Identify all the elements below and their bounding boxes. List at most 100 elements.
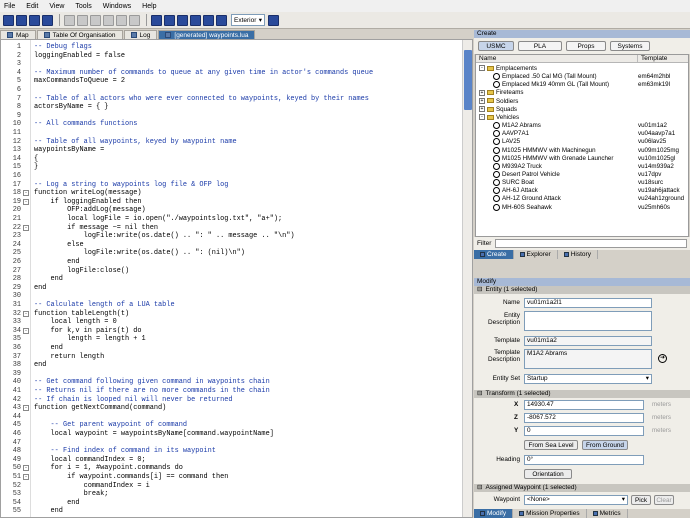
menu-file[interactable]: File [4,3,15,10]
transform-section-header[interactable]: ⊟ Transform (1 selected) [474,390,690,398]
code-line[interactable]: 19- if loggingEnabled then [1,198,463,207]
tab-create[interactable]: Create [474,250,514,259]
code-line[interactable]: 49 local commandIndex = 0; [1,456,463,465]
pick-button[interactable]: Pick [631,495,651,505]
x-position-field[interactable]: 14930.47 [524,400,644,410]
code-line[interactable]: 6 [1,86,463,95]
fold-toggle-icon[interactable]: - [23,190,29,197]
faction-tab-systems[interactable]: Systems [610,41,650,51]
code-line[interactable]: 40 -- Get command following given command… [1,378,463,387]
tab-table-of-organisation[interactable]: Table Of Organisation [36,30,123,39]
select-tool-icon[interactable] [151,14,162,26]
code-line[interactable]: 41 -- Returns nil if there are no more co… [1,387,463,396]
code-line[interactable]: 44 [1,413,463,422]
code-line[interactable]: 18- function writeLog(message) [1,189,463,198]
fold-toggle-icon[interactable]: - [23,310,29,317]
z-position-field[interactable]: -8067.572 [524,413,644,423]
code-line[interactable]: 30 [1,292,463,301]
tree-folder[interactable]: + Fireteams [479,89,524,97]
code-line[interactable]: 2 loggingEnabled = false [1,52,463,61]
code-line[interactable]: 35 length = length + 1 [1,335,463,344]
tab-map[interactable]: Map [0,30,36,39]
code-line[interactable]: 23 logFile:write(os.date() .. ": " .. me… [1,232,463,241]
tree-item[interactable]: M1025 HMMWV with Machinegun [493,146,596,155]
fold-toggle-icon[interactable]: - [23,474,29,480]
expand-icon[interactable]: + [479,97,485,104]
code-line[interactable]: 27 logFile:close() [1,267,463,276]
goto-template-icon[interactable]: ➜ [658,354,667,363]
tab-metrics[interactable]: Metrics [587,509,628,518]
column-name[interactable]: Name [476,55,638,62]
column-template[interactable]: Template [638,55,667,62]
entity-set-dropdown[interactable]: Startup ▾ [524,374,652,384]
tab-mission-properties[interactable]: Mission Properties [513,509,587,518]
tab-history[interactable]: History [558,250,598,259]
code-line[interactable]: 9 [1,112,463,121]
menu-view[interactable]: View [49,3,64,10]
name-field[interactable]: vu01m1a2l1 [524,298,652,308]
code-line[interactable]: 24 else [1,241,463,250]
fold-toggle-icon[interactable]: - [23,327,29,334]
collapse-icon[interactable]: - [479,114,485,121]
code-line[interactable]: 55 end [1,507,463,516]
tree-item[interactable]: Emplaced .50 Cal MG (Tall Mount) [493,73,597,81]
tree-item[interactable]: AAVP7A1 [493,130,529,138]
code-line[interactable]: 54 end [1,499,463,508]
code-line[interactable]: 37 return length [1,353,463,362]
menu-edit[interactable]: Edit [26,3,38,10]
tree-folder[interactable]: + Squads [479,106,517,114]
grid-tool-icon[interactable] [203,14,214,26]
entity-section-header[interactable]: ⊟ Entity (1 selected) [474,286,690,294]
view-mode-dropdown[interactable]: Exterior ▾ [231,14,265,26]
code-line[interactable]: 25 logFile:write(os.date() .. ": (nil)\n… [1,249,463,258]
tree-item[interactable]: LAV25 [493,138,520,146]
copy-icon[interactable] [77,14,88,26]
fold-toggle-icon[interactable]: - [23,465,29,472]
code-line[interactable]: 1 -- Debug flags [1,43,463,52]
code-line[interactable]: 34- for k,v in pairs(t) do [1,327,463,336]
faction-tab-props[interactable]: Props [566,41,606,51]
code-line[interactable]: 4 -- Maximum number of commands to queue … [1,69,463,78]
delete-icon[interactable] [103,14,114,26]
tree-item[interactable]: M1025 HMMWV with Grenade Launcher [493,154,613,163]
scrollbar-thumb[interactable] [464,50,472,110]
clear-button[interactable]: Clear [654,495,674,505]
waypoint-dropdown[interactable]: <None> ▾ [524,495,628,505]
tree-item[interactable]: M939A2 Truck [493,162,542,171]
move-tool-icon[interactable] [164,14,175,26]
code-line[interactable]: 5 maxCommandsToQueue = 2 [1,77,463,86]
faction-tab-pla[interactable]: PLA [518,41,562,51]
fold-toggle-icon[interactable]: - [23,405,29,412]
tab-explorer[interactable]: Explorer [514,250,558,259]
tree-item[interactable]: Emplaced Mk19 40mm GL (Tall Mount) [493,81,609,89]
code-line[interactable]: 26 end [1,258,463,267]
tab-log[interactable]: Log [123,30,158,39]
code-line[interactable]: 17 -- Log a string to waypoints log file … [1,181,463,190]
tree-item[interactable]: Desert Patrol Vehicle [493,170,560,179]
collapse-icon[interactable]: - [479,65,485,72]
code-editor[interactable]: 1 -- Debug flags 2 loggingEnabled = false 3 4… [0,39,473,518]
code-line[interactable]: 7 -- Table of all actors who were ever co… [1,95,463,104]
code-line[interactable]: 32- function tableLength(t) [1,310,463,319]
snap-tool-icon[interactable] [216,14,227,26]
code-line[interactable]: 51- if waypoint.commands[i] == command t… [1,473,463,482]
code-line[interactable]: 22- if message ~= nil then [1,224,463,233]
new-icon[interactable] [3,14,14,26]
from-sea-level-button[interactable]: From Sea Level [524,440,578,450]
code-line[interactable]: 43- function getNextCommand(command) [1,404,463,413]
cut-icon[interactable] [64,14,75,26]
code-line[interactable]: 36 end [1,344,463,353]
tree-item[interactable]: MH-60S Seahawk [493,203,552,212]
paste-icon[interactable] [90,14,101,26]
code-line[interactable]: 48 -- Find index of command in its waypo… [1,447,463,456]
code-line[interactable]: 29 end [1,284,463,293]
entity-description-field[interactable] [524,311,652,331]
entity-tree[interactable]: Name Template - Emplacements Emplaced .50 … [475,54,689,237]
faction-tab-usmc[interactable]: USMC [478,41,514,51]
code-line[interactable]: 33 local length = 0 [1,318,463,327]
y-position-field[interactable]: 0 [524,426,644,436]
code-line[interactable]: 45 -- Get parent waypoint of command [1,421,463,430]
tree-item[interactable]: AH-1Z Ground Attack [493,195,561,203]
code-line[interactable]: 47 [1,439,463,448]
code-line[interactable]: 21 local logFile = io.open("./waypointsl… [1,215,463,224]
